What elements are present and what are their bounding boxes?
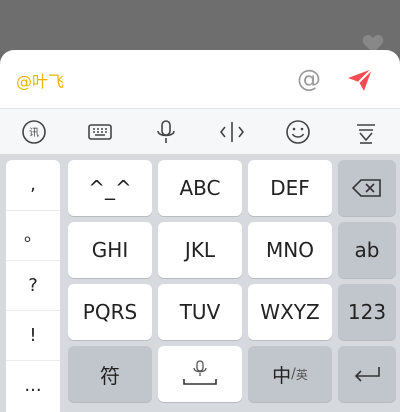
punctuation-list: , 。 ? ! ... (6, 160, 60, 412)
key-number-mode[interactable]: 123 (338, 284, 396, 340)
keyboard-toolbar: 讯 (0, 108, 400, 154)
collapse-keyboard-icon[interactable] (352, 118, 380, 146)
enter-icon (354, 367, 380, 382)
backspace-icon (352, 179, 381, 197)
punct-exclaim[interactable]: ! (6, 310, 60, 360)
send-icon[interactable] (344, 64, 376, 94)
svg-text:讯: 讯 (29, 127, 39, 139)
lang-sub-label: 英 (295, 367, 308, 382)
keyboard: , 。 ? ! ... ^_^ ABC DEF GHI JKL MNO ab P… (0, 154, 400, 412)
lang-main-label: 中 (272, 364, 292, 387)
space-mic-icon (183, 360, 217, 385)
key-emoticon[interactable]: ^_^ (68, 160, 152, 216)
key-abc-mode[interactable]: ab (338, 222, 396, 278)
key-abc[interactable]: ABC (158, 160, 242, 216)
space-button[interactable] (158, 346, 242, 402)
punct-period[interactable]: 。 (6, 210, 60, 260)
microphone-icon[interactable] (152, 118, 180, 146)
key-mno[interactable]: MNO (248, 222, 332, 278)
keyboard-icon[interactable] (86, 118, 114, 146)
at-mention-button[interactable]: @ (294, 64, 324, 94)
key-symbols[interactable]: 符 (68, 346, 152, 402)
key-jkl[interactable]: JKL (158, 222, 242, 278)
enter-button[interactable] (338, 346, 396, 402)
key-tuv[interactable]: TUV (158, 284, 242, 340)
backspace-button[interactable] (338, 160, 396, 216)
translate-icon[interactable]: 讯 (20, 118, 48, 146)
language-switch-button[interactable]: 中 / 英 (248, 346, 332, 402)
punct-ellipsis[interactable]: ... (6, 360, 60, 410)
mention-input[interactable]: @叶飞 (16, 68, 64, 92)
cursor-move-icon[interactable] (218, 118, 246, 146)
comment-composer: @叶飞 @ (0, 50, 400, 108)
key-ghi[interactable]: GHI (68, 222, 152, 278)
punct-comma[interactable]: , (6, 160, 60, 210)
key-pqrs[interactable]: PQRS (68, 284, 152, 340)
punct-question[interactable]: ? (6, 260, 60, 310)
emoji-icon[interactable] (284, 118, 312, 146)
key-wxyz[interactable]: WXYZ (248, 284, 332, 340)
background-overlay (0, 0, 400, 52)
key-def[interactable]: DEF (248, 160, 332, 216)
